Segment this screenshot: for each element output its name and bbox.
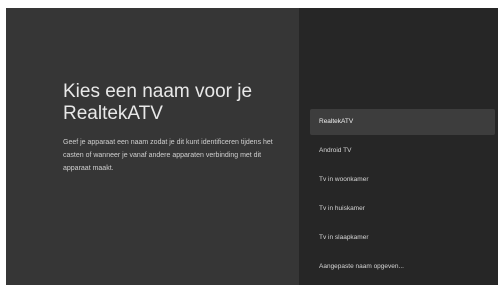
page-description: Geef je apparaat een naam zodat je dit k… xyxy=(63,139,273,172)
page-title: Kies een naam voor je RealtekATV xyxy=(63,81,253,124)
option-tv-in-slaapkamer[interactable]: Tv in slaapkamer xyxy=(310,225,495,251)
tv-screen: Kies een naam voor je RealtekATV Geef je… xyxy=(6,8,498,285)
option-custom-name[interactable]: Aangepaste naam opgeven... xyxy=(310,254,495,280)
option-android-tv[interactable]: Android TV xyxy=(310,138,495,164)
option-tv-in-huiskamer[interactable]: Tv in huiskamer xyxy=(310,196,495,222)
option-realtekatv[interactable]: RealtekATV xyxy=(310,109,495,135)
option-tv-in-woonkamer[interactable]: Tv in woonkamer xyxy=(310,167,495,193)
info-panel: Kies een naam voor je RealtekATV Geef je… xyxy=(6,8,299,285)
name-options-list: RealtekATV Android TV Tv in woonkamer Tv… xyxy=(310,109,495,283)
name-options-panel: RealtekATV Android TV Tv in woonkamer Tv… xyxy=(299,8,498,285)
